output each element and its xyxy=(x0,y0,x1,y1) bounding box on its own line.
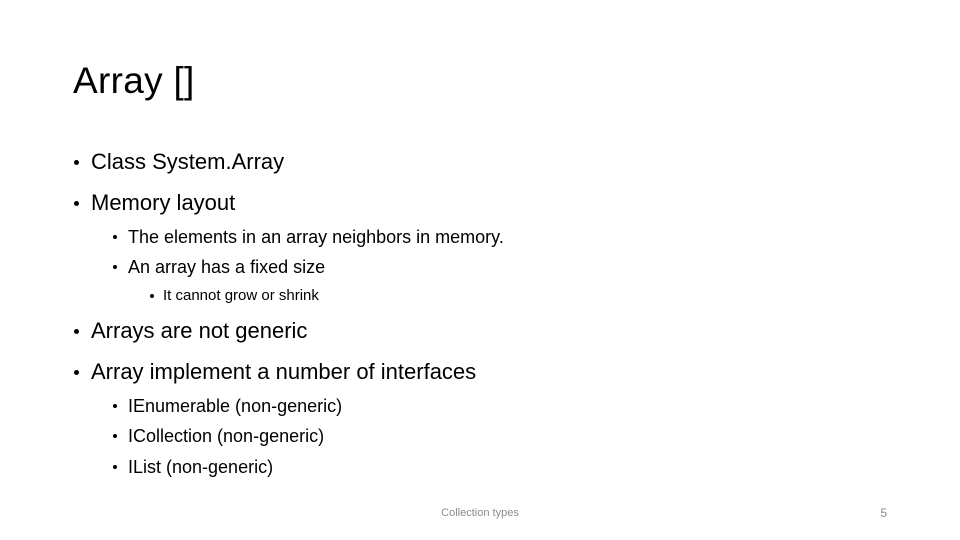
bullet-dot-icon xyxy=(74,201,79,206)
bullet-item: Memory layout xyxy=(74,188,236,218)
sub-bullet-item: An array has a fixed size xyxy=(113,254,326,280)
bullet-dot-icon xyxy=(113,235,117,239)
bullet-text: Array implement a number of interfaces xyxy=(91,359,477,384)
sub-bullet-item: ICollection (non-generic) xyxy=(113,423,325,449)
slide: Array [] Class System.Array Memory layou… xyxy=(0,0,960,540)
sub-bullet-item: The elements in an array neighbors in me… xyxy=(113,224,504,250)
bullet-text: The elements in an array neighbors in me… xyxy=(128,227,504,247)
bullet-text: Class System.Array xyxy=(91,149,285,174)
sub-bullet-item: IEnumerable (non-generic) xyxy=(113,393,343,419)
bullet-item: Class System.Array xyxy=(74,147,285,177)
sub-sub-bullet-item: It cannot grow or shrink xyxy=(150,285,319,307)
bullet-text: It cannot grow or shrink xyxy=(163,287,319,304)
bullet-item: Arrays are not generic xyxy=(74,316,308,346)
bullet-dot-icon xyxy=(74,160,79,165)
bullet-dot-icon xyxy=(113,404,117,408)
footer-text: Collection types xyxy=(441,507,519,519)
bullet-dot-icon xyxy=(113,434,117,438)
bullet-item: Array implement a number of interfaces xyxy=(74,357,477,387)
bullet-dot-icon xyxy=(113,265,117,269)
bullet-dot-icon xyxy=(150,294,154,298)
bullet-text: Arrays are not generic xyxy=(91,318,308,343)
slide-title: Array [] xyxy=(73,60,195,101)
bullet-text: IList (non-generic) xyxy=(128,457,274,477)
bullet-text: ICollection (non-generic) xyxy=(128,426,325,446)
bullet-text: Memory layout xyxy=(91,190,236,215)
bullet-text: IEnumerable (non-generic) xyxy=(128,396,343,416)
bullet-dot-icon xyxy=(74,329,79,334)
bullet-dot-icon xyxy=(113,465,117,469)
sub-bullet-item: IList (non-generic) xyxy=(113,454,274,480)
slide-number: 5 xyxy=(880,506,887,520)
bullet-dot-icon xyxy=(74,370,79,375)
bullet-text: An array has a fixed size xyxy=(128,257,326,277)
